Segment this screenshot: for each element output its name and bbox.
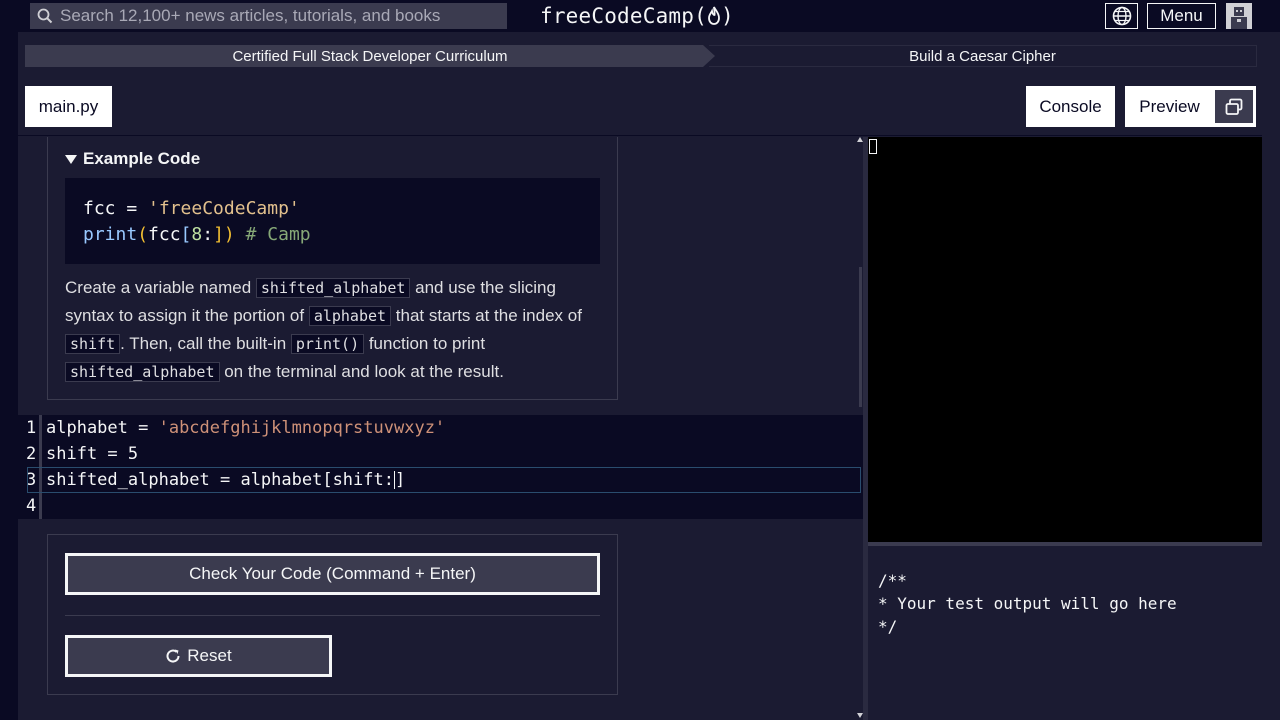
triangle-down-icon (65, 154, 77, 164)
menu-button[interactable]: Menu (1147, 3, 1216, 29)
preview-pane (868, 137, 1262, 542)
search-bar[interactable] (30, 3, 507, 29)
user-avatar-icon (1231, 7, 1247, 29)
code-token: 'freeCodeCamp' (148, 198, 300, 219)
top-nav: freeCodeCamp( ) Menu (0, 0, 1280, 32)
divider (18, 135, 1262, 136)
preview-placeholder (869, 139, 877, 154)
reset-button[interactable]: Reset (65, 635, 332, 677)
reset-icon (166, 649, 180, 663)
check-code-button[interactable]: Check Your Code (Command + Enter) (65, 553, 600, 595)
code-token: ]) (213, 224, 235, 245)
tab-preview-label: Preview (1139, 96, 1200, 116)
inline-code: print() (290, 334, 365, 354)
instruction-text-segment: function to print (364, 334, 486, 353)
search-icon (30, 8, 60, 24)
breadcrumb-lesson-label: Build a Caesar Cipher (909, 47, 1056, 65)
tab-main-py[interactable]: main.py (25, 86, 112, 127)
instruction-text-segment: Create a variable named (65, 278, 256, 297)
scrollbar-thumb[interactable] (859, 267, 862, 407)
instruction-text: Create a variable named shifted_alphabet… (65, 274, 605, 386)
breadcrumb-lesson: Build a Caesar Cipher (709, 45, 1257, 67)
code-token: fcc (148, 224, 181, 245)
logo-text: freeCodeCamp( (540, 4, 707, 28)
avatar[interactable] (1226, 3, 1252, 29)
code-token: : (202, 224, 214, 245)
line-number: 4 (26, 496, 37, 516)
active-line-highlight (27, 467, 861, 493)
breadcrumb-course-label: Certified Full Stack Developer Curriculu… (232, 47, 508, 65)
example-code-line: print(fcc[8:]) # Camp (83, 222, 600, 248)
instructions-panel: Example Code fcc = 'freeCodeCamp' print(… (47, 137, 618, 400)
example-code-toggle[interactable]: Example Code (65, 149, 200, 169)
inline-code: alphabet (308, 306, 392, 326)
logo-text-close: ) (720, 4, 734, 28)
inline-code: shifted_alphabet (65, 362, 220, 382)
instruction-text-segment: . Then, call the built-in (120, 334, 291, 353)
preview-popout-button[interactable] (1215, 90, 1253, 123)
example-code-line: fcc = 'freeCodeCamp' (83, 196, 600, 222)
code-token: = (115, 198, 149, 219)
code-line[interactable]: shift = 5 (46, 441, 138, 467)
code-comment: # Camp (234, 224, 311, 245)
language-button[interactable] (1105, 3, 1138, 29)
code-token: [ (180, 224, 192, 245)
code-token: 8 (191, 224, 203, 245)
console-output: /** * Your test output will go here */ (868, 546, 1262, 720)
code-token: alphabet = (46, 418, 159, 438)
freecodecamp-logo[interactable]: freeCodeCamp( ) (540, 3, 734, 29)
code-string: 'abcdefghijklmnopqrstuvwxyz' (158, 418, 446, 438)
breadcrumb: Certified Full Stack Developer Curriculu… (25, 45, 1257, 67)
instruction-text-segment: that starts at the index of (391, 306, 582, 325)
action-panel: Check Your Code (Command + Enter) Reset (47, 534, 618, 695)
code-token: print (83, 224, 138, 245)
instruction-text-segment: on the terminal and look at the result. (219, 362, 504, 381)
tab-console[interactable]: Console (1026, 86, 1115, 127)
line-number: 2 (26, 444, 37, 464)
example-code-block: fcc = 'freeCodeCamp' print(fcc[8:]) # Ca… (65, 178, 600, 264)
example-code-summary: Example Code (83, 149, 201, 168)
inline-code: shift (65, 334, 121, 354)
breadcrumb-course-link[interactable]: Certified Full Stack Developer Curriculu… (25, 45, 715, 67)
globe-icon (1112, 6, 1131, 26)
popout-window-icon (1225, 98, 1243, 115)
search-input[interactable] (60, 3, 507, 29)
code-line[interactable]: alphabet = 'abcdefghijklmnopqrstuvwxyz' (46, 415, 445, 441)
code-token: fcc (83, 198, 116, 219)
tab-preview[interactable]: Preview (1125, 86, 1256, 127)
flame-icon (708, 6, 720, 25)
inline-code: shifted_alphabet (255, 278, 411, 298)
reset-button-label: Reset (187, 646, 232, 665)
line-number: 1 (26, 418, 37, 438)
code-token: ( (137, 224, 149, 245)
divider (65, 615, 600, 616)
